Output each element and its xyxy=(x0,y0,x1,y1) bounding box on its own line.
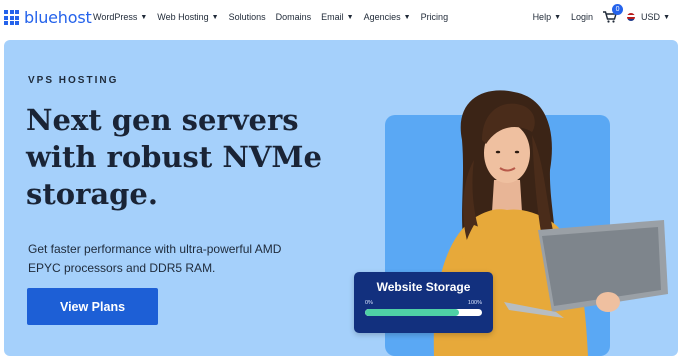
storage-progress-bar xyxy=(365,309,482,316)
nav-label: Web Hosting xyxy=(157,12,209,22)
cart-button[interactable]: 0 xyxy=(603,4,624,23)
storage-progress-fill xyxy=(365,309,459,316)
login-label: Login xyxy=(571,12,594,22)
main-menu: WordPress ▼ Web Hosting ▼ Solutions Doma… xyxy=(93,12,448,22)
currency-label: USD xyxy=(641,12,661,22)
nav-item-pricing[interactable]: Pricing xyxy=(421,12,449,22)
nav-label: Domains xyxy=(275,12,312,22)
hero-section: VPS HOSTING Next gen servers with robust… xyxy=(4,40,678,356)
caret-down-icon: ▼ xyxy=(346,13,354,21)
logo-text: bluehost xyxy=(24,8,92,27)
nav-label: Agencies xyxy=(363,12,401,22)
caret-down-icon: ▼ xyxy=(663,13,670,21)
nav-label: Pricing xyxy=(420,12,449,22)
storage-max-label: 100% xyxy=(467,300,482,306)
us-flag-icon xyxy=(627,13,636,21)
storage-range-labels: 0% 100% xyxy=(365,300,482,306)
nav-label: Solutions xyxy=(228,12,266,22)
nav-label: Email xyxy=(321,12,344,22)
storage-title: Website Storage xyxy=(376,280,471,294)
login-link[interactable]: Login xyxy=(571,12,593,22)
help-menu[interactable]: Help ▼ xyxy=(533,12,561,22)
utility-menu: Help ▼ Login 0 USD ▼ xyxy=(533,4,670,23)
nav-label: WordPress xyxy=(93,12,138,22)
currency-selector[interactable]: USD ▼ xyxy=(627,12,670,22)
nav-item-agencies[interactable]: Agencies ▼ xyxy=(364,12,411,22)
caret-down-icon: ▼ xyxy=(403,13,411,21)
nav-item-solutions[interactable]: Solutions xyxy=(229,12,266,22)
website-storage-card: Website Storage 0% 100% xyxy=(354,272,493,333)
nav-item-web-hosting[interactable]: Web Hosting ▼ xyxy=(157,12,218,22)
cart-count-badge: 0 xyxy=(612,4,624,15)
nav-item-email[interactable]: Email ▼ xyxy=(321,12,353,22)
caret-down-icon: ▼ xyxy=(554,13,562,21)
logo-grid-icon xyxy=(4,10,19,25)
bluehost-logo[interactable]: bluehost xyxy=(4,8,92,27)
top-navigation: bluehost WordPress ▼ Web Hosting ▼ Solut… xyxy=(0,0,680,36)
woman-with-laptop-image xyxy=(433,90,668,356)
caret-down-icon: ▼ xyxy=(211,13,219,21)
nav-item-wordpress[interactable]: WordPress ▼ xyxy=(93,12,147,22)
help-label: Help xyxy=(532,12,552,22)
caret-down-icon: ▼ xyxy=(140,13,148,21)
storage-min-label: 0% xyxy=(365,300,373,306)
nav-item-domains[interactable]: Domains xyxy=(276,12,312,22)
